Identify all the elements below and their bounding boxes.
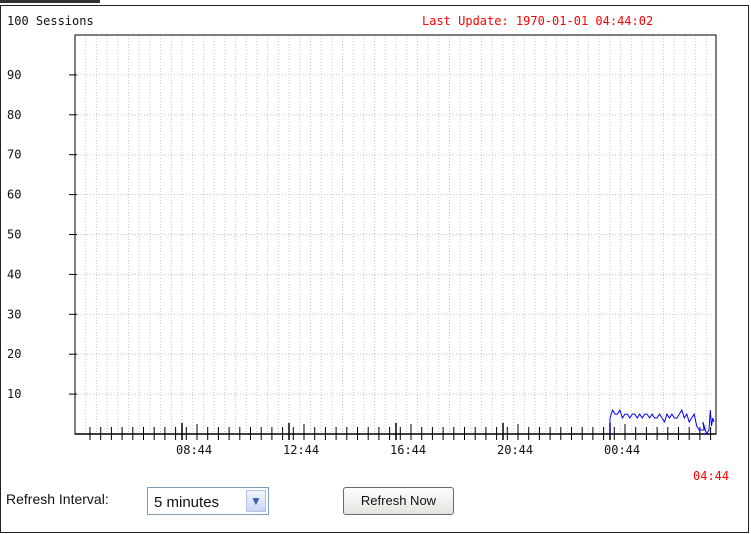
y-tick-label: 70 — [7, 148, 21, 162]
x-tick-label: 16:44 — [390, 443, 426, 457]
y-tick-label: 10 — [7, 387, 21, 401]
controls-bar: Refresh Interval: 5 minutes ▼ Refresh No… — [0, 481, 751, 521]
x-tick-label: 12:44 — [283, 443, 319, 457]
x-tick-label: 08:44 — [176, 443, 212, 457]
sessions-chart: 100 Sessions Last Update: 1970-01-01 04:… — [7, 14, 729, 480]
chevron-down-icon[interactable]: ▼ — [246, 490, 266, 512]
chart-title: 100 Sessions — [7, 14, 94, 28]
chart-ticks — [69, 74, 712, 440]
x-tick-label: 00:44 — [604, 443, 640, 457]
refresh-interval-select[interactable]: 5 minutes ▼ — [147, 487, 269, 515]
refresh-interval-label: Refresh Interval: — [6, 491, 109, 507]
y-tick-label: 20 — [7, 347, 21, 361]
y-tick-label: 60 — [7, 188, 21, 202]
y-tick-label: 40 — [7, 267, 21, 281]
series-line-sessions — [609, 408, 715, 436]
last-update-label: Last Update: 1970-01-01 04:44:02 — [422, 14, 653, 28]
chart-grid — [75, 35, 716, 434]
refresh-now-button[interactable]: Refresh Now — [343, 487, 454, 515]
current-time-label: 04:44 — [693, 469, 729, 480]
y-tick-label: 30 — [7, 307, 21, 321]
y-tick-label: 80 — [7, 108, 21, 122]
y-tick-label: 50 — [7, 228, 21, 242]
y-tick-label: 90 — [7, 68, 21, 82]
refresh-interval-value: 5 minutes — [154, 494, 220, 511]
x-tick-label: 20:44 — [497, 443, 533, 457]
